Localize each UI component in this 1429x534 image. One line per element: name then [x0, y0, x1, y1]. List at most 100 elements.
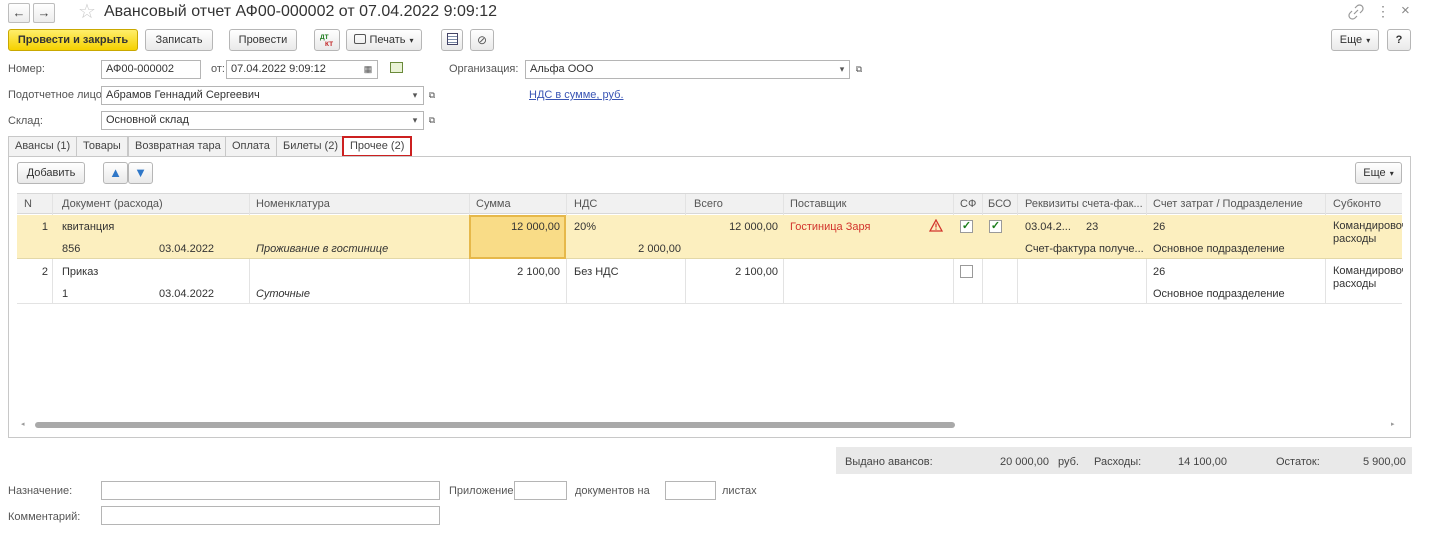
col-vat[interactable]: НДС: [574, 197, 597, 211]
date-label: от:: [211, 63, 225, 75]
col-invoice-details[interactable]: Реквизиты счета-фак...: [1025, 197, 1143, 211]
total[interactable]: 12 000,00: [686, 220, 778, 234]
paperclip-icon: ⊘: [476, 33, 488, 47]
tab-tickets[interactable]: Билеты (2): [276, 136, 345, 157]
sf-checkbox[interactable]: [960, 265, 973, 278]
person-label: Подотчетное лицо:: [8, 89, 105, 101]
horizontal-scrollbar[interactable]: ◂ ▸: [17, 419, 1402, 431]
invoice-status[interactable]: Счет-фактура получе...: [1025, 242, 1144, 256]
cost-account[interactable]: 26: [1153, 220, 1165, 234]
tab-other[interactable]: Прочее (2): [342, 136, 413, 157]
issued-advances-label: Выдано авансов:: [845, 456, 933, 468]
scroll-right-icon[interactable]: ▸: [1391, 419, 1395, 431]
person-field[interactable]: Абрамов Геннадий Сергеевич: [101, 86, 424, 105]
subconto[interactable]: Командировоч расходы: [1333, 220, 1403, 248]
document-date[interactable]: 03.04.2022: [159, 242, 214, 256]
col-sum[interactable]: Сумма: [476, 197, 511, 211]
scroll-left-icon[interactable]: ◂: [21, 419, 25, 431]
arrow-down-icon: ▼: [134, 165, 147, 180]
tab-goods[interactable]: Товары: [76, 136, 128, 157]
col-nomenclature[interactable]: Номенклатура: [256, 197, 330, 211]
organization-open-icon[interactable]: ⧉: [851, 61, 867, 78]
help-button[interactable]: ?: [1387, 29, 1411, 51]
link-icon[interactable]: [1348, 4, 1364, 20]
purpose-field[interactable]: [101, 481, 440, 500]
more-button[interactable]: Еще ▾: [1331, 29, 1379, 51]
sum[interactable]: 12 000,00: [470, 220, 560, 234]
structure-button[interactable]: [441, 29, 463, 51]
cost-account[interactable]: 26: [1153, 265, 1165, 279]
division[interactable]: Основное подразделение: [1153, 242, 1285, 256]
back-button[interactable]: ←: [8, 3, 30, 23]
comment-label: Комментарий:: [8, 511, 81, 523]
document-number[interactable]: 856: [62, 242, 80, 256]
table-more-button[interactable]: Еще ▾: [1355, 162, 1402, 184]
organization-dropdown-icon[interactable]: ▾: [834, 61, 850, 78]
attachment-sheets-field[interactable]: [665, 481, 716, 500]
arrow-up-icon: ▲: [109, 165, 122, 180]
attach-button[interactable]: ⊘: [470, 29, 494, 51]
person-dropdown-icon[interactable]: ▾: [407, 87, 423, 104]
tab-returnable-packaging[interactable]: Возвратная тара: [128, 136, 228, 157]
vat-in-sum-link[interactable]: НДС в сумме, руб.: [529, 88, 624, 102]
structure-icon: [446, 33, 458, 45]
doc-status-icon[interactable]: [390, 62, 403, 73]
organization-field[interactable]: Альфа ООО: [525, 60, 850, 79]
col-bso[interactable]: БСО: [988, 197, 1011, 211]
post-and-close-button[interactable]: Провести и закрыть: [8, 29, 138, 51]
col-cost-account[interactable]: Счет затрат / Подразделение: [1153, 197, 1303, 211]
division[interactable]: Основное подразделение: [1153, 287, 1285, 301]
tab-payment[interactable]: Оплата: [225, 136, 277, 157]
calendar-icon[interactable]: ▦: [360, 61, 376, 78]
subconto[interactable]: Командировоч расходы: [1333, 265, 1403, 293]
warehouse-dropdown-icon[interactable]: ▾: [407, 112, 423, 129]
warehouse-field[interactable]: Основной склад: [101, 111, 424, 130]
invoice-date[interactable]: 03.04.2...: [1025, 220, 1071, 234]
person-open-icon[interactable]: ⧉: [424, 87, 440, 104]
date-field[interactable]: 07.04.2022 9:09:12: [226, 60, 378, 79]
save-button[interactable]: Записать: [145, 29, 213, 51]
total[interactable]: 2 100,00: [686, 265, 778, 279]
invoice-number[interactable]: 23: [1086, 220, 1098, 234]
document-type[interactable]: Приказ: [62, 265, 98, 279]
col-document[interactable]: Документ (расхода): [62, 197, 163, 211]
move-down-button[interactable]: ▼: [128, 162, 153, 184]
document-number[interactable]: 1: [62, 287, 68, 301]
col-sf[interactable]: СФ: [960, 197, 976, 211]
row-number: 1: [41, 221, 48, 233]
warehouse-open-icon[interactable]: ⧉: [424, 112, 440, 129]
col-total[interactable]: Всего: [694, 197, 723, 211]
tab-advances[interactable]: Авансы (1): [8, 136, 78, 157]
number-field[interactable]: АФ00-000002: [101, 60, 201, 79]
balance-value: 5 900,00: [1363, 456, 1406, 468]
post-button[interactable]: Провести: [229, 29, 297, 51]
dtkt-icon: ДТКТ: [320, 34, 333, 48]
sum[interactable]: 2 100,00: [470, 265, 560, 279]
col-n[interactable]: N: [24, 197, 32, 211]
add-button[interactable]: Добавить: [17, 162, 85, 184]
comment-field[interactable]: [101, 506, 440, 525]
document-date[interactable]: 03.04.2022: [159, 287, 214, 301]
close-icon[interactable]: ×: [1401, 2, 1410, 19]
organization-label: Организация:: [449, 63, 519, 75]
nomenclature[interactable]: Суточные: [256, 287, 310, 301]
document-type[interactable]: квитанция: [62, 220, 114, 234]
dtkt-button[interactable]: ДТ КТ: [314, 29, 340, 51]
vat-sum[interactable]: 2 000,00: [567, 242, 681, 256]
scroll-thumb[interactable]: [35, 422, 955, 428]
more-menu-icon[interactable]: ⋮: [1376, 3, 1390, 20]
print-button[interactable]: Печать ▾: [346, 29, 422, 51]
vat-rate[interactable]: Без НДС: [574, 265, 619, 279]
col-supplier[interactable]: Поставщик: [790, 197, 846, 211]
vat-rate[interactable]: 20%: [574, 220, 596, 234]
bso-checkbox[interactable]: ✓: [989, 220, 1002, 233]
move-up-button[interactable]: ▲: [103, 162, 128, 184]
forward-button[interactable]: →: [33, 3, 55, 23]
nomenclature[interactable]: Проживание в гостинице: [256, 242, 388, 256]
col-subconto[interactable]: Субконто: [1333, 197, 1381, 211]
row-number: 2: [41, 266, 48, 278]
sf-checkbox[interactable]: ✓: [960, 220, 973, 233]
supplier[interactable]: Гостиница Заря: [790, 220, 870, 234]
favorite-star-icon[interactable]: ☆: [78, 1, 96, 23]
attachment-docs-field[interactable]: [514, 481, 567, 500]
